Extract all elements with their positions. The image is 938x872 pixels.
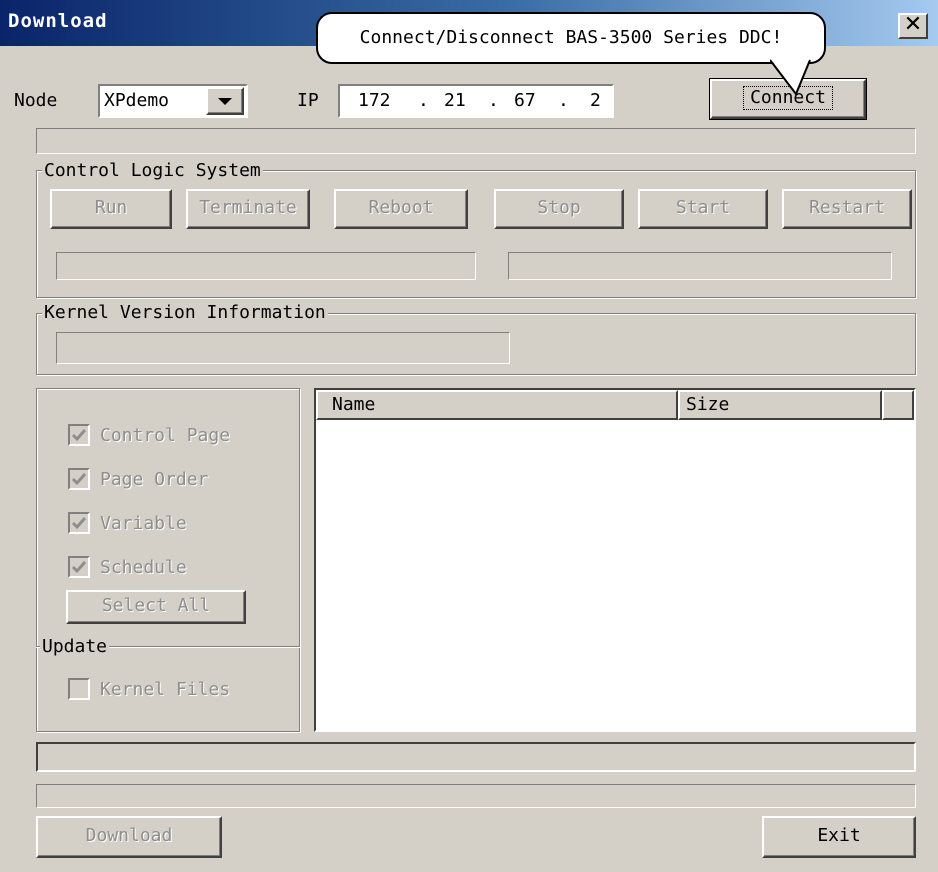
node-select[interactable]: XPdemo <box>98 84 248 118</box>
node-dropdown-button[interactable] <box>206 87 244 115</box>
start-button[interactable]: Start <box>638 189 768 229</box>
page-order-checkbox[interactable] <box>68 468 90 490</box>
tooltip-pointer <box>770 58 811 96</box>
ip-separator: . <box>418 90 429 111</box>
ip-octet-3[interactable]: 67 <box>514 90 536 111</box>
stop-button[interactable]: Stop <box>494 189 624 229</box>
column-header-name[interactable]: Name <box>316 390 678 420</box>
control-status-right <box>508 252 892 280</box>
check-icon <box>71 429 87 442</box>
column-header-size[interactable]: Size <box>678 390 882 420</box>
node-value: XPdemo <box>104 90 170 111</box>
kernel-files-label: Kernel Files <box>100 679 231 700</box>
check-icon <box>71 473 87 486</box>
ip-octet-2[interactable]: 21 <box>444 90 466 111</box>
ip-address-field[interactable]: 172 . 21 . 67 . 2 <box>338 84 614 118</box>
control-logic-title: Control Logic System <box>42 160 263 181</box>
file-list[interactable]: Name Size <box>314 388 916 732</box>
ip-label: IP <box>297 90 319 111</box>
ip-separator: . <box>558 90 569 111</box>
restart-button[interactable]: Restart <box>782 189 912 229</box>
progress-bar <box>36 742 916 772</box>
select-all-button[interactable]: Select All <box>66 590 246 624</box>
control-status-left <box>56 252 476 280</box>
column-header-filler <box>882 390 914 420</box>
close-button[interactable]: ✕ <box>898 13 928 39</box>
variable-label: Variable <box>100 513 187 534</box>
file-list-header: Name Size <box>316 390 914 420</box>
variable-checkbox[interactable] <box>68 512 90 534</box>
window-title: Download <box>8 10 108 32</box>
schedule-label: Schedule <box>100 557 187 578</box>
connection-status-bar <box>36 128 916 154</box>
terminate-button[interactable]: Terminate <box>186 189 310 229</box>
message-bar <box>36 784 916 808</box>
node-label: Node <box>14 90 58 111</box>
check-icon <box>71 561 87 574</box>
run-button[interactable]: Run <box>50 189 172 229</box>
schedule-checkbox[interactable] <box>68 556 90 578</box>
connect-tooltip: Connect/Disconnect BAS-3500 Series DDC! <box>316 12 826 64</box>
download-button[interactable]: Download <box>36 816 222 858</box>
kernel-version-field <box>56 332 510 364</box>
ip-separator: . <box>488 90 499 111</box>
ip-octet-1[interactable]: 172 <box>358 90 391 111</box>
update-title: Update <box>40 636 110 657</box>
ip-octet-4[interactable]: 2 <box>590 90 601 111</box>
check-icon <box>71 517 87 530</box>
tooltip-text: Connect/Disconnect BAS-3500 Series DDC! <box>359 27 783 48</box>
control-page-checkbox[interactable] <box>68 424 90 446</box>
reboot-button[interactable]: Reboot <box>334 189 468 229</box>
kernel-version-title: Kernel Version Information <box>42 302 328 323</box>
kernel-files-checkbox[interactable] <box>68 678 90 700</box>
chevron-down-icon <box>218 98 232 105</box>
close-icon: ✕ <box>903 12 923 37</box>
exit-button[interactable]: Exit <box>762 816 916 858</box>
control-page-label: Control Page <box>100 425 231 446</box>
page-order-label: Page Order <box>100 469 209 490</box>
